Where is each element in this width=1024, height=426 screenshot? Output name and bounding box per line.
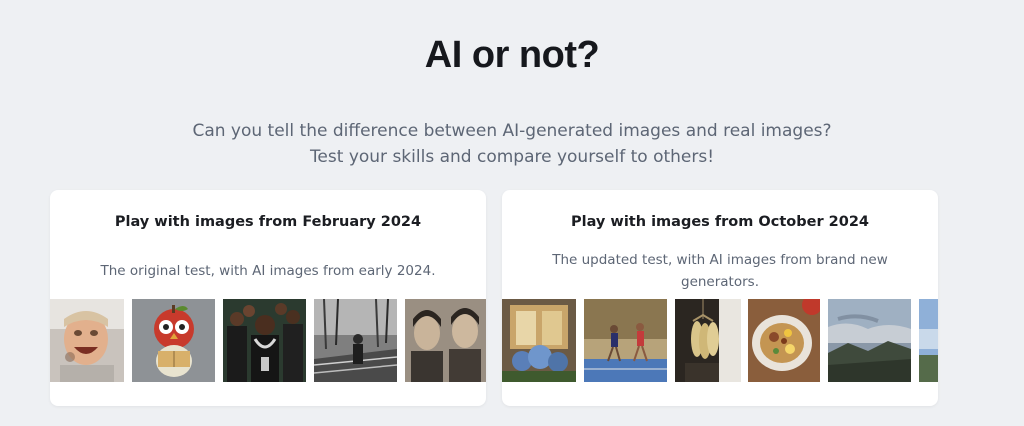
thumbnail-mountain-sky (828, 299, 911, 382)
thumbnail-strip (502, 299, 938, 382)
thumbnail-strip (50, 299, 486, 382)
play-february-2024-card[interactable]: Play with images from February 2024 The … (50, 190, 486, 406)
thumbnail-laughing-child (50, 299, 124, 382)
page-title: AI or not? (424, 34, 600, 76)
card-title: Play with images from February 2024 (114, 214, 422, 230)
play-october-2024-card[interactable]: Play with images from October 2024 The u… (502, 190, 938, 406)
card-title: Play with images from October 2024 (570, 214, 870, 230)
card-description: The updated test, with AI images from br… (552, 252, 888, 290)
page: AI or not? Can you tell the difference b… (0, 0, 1024, 426)
thumbnail-bw-forest-worker (314, 299, 397, 382)
thumbnail-hanging-corn (675, 299, 741, 382)
subtitle-line-1: Can you tell the difference between AI-g… (192, 121, 832, 141)
thumbnail-food-plate (748, 299, 820, 382)
thumbnail-tennis-players (584, 299, 667, 382)
page-subtitle: Can you tell the difference between AI-g… (0, 118, 1024, 170)
thumbnail-two-women-portrait (405, 299, 486, 382)
card-description: The original test, with AI images from e… (100, 263, 436, 279)
thumbnail-storefront-flowers (502, 299, 576, 382)
thumbnail-sky-edge (919, 299, 938, 382)
thumbnail-apple-owl-reading (132, 299, 215, 382)
thumbnail-group-of-men (223, 299, 306, 382)
subtitle-line-2: Test your skills and compare yourself to… (309, 147, 715, 167)
